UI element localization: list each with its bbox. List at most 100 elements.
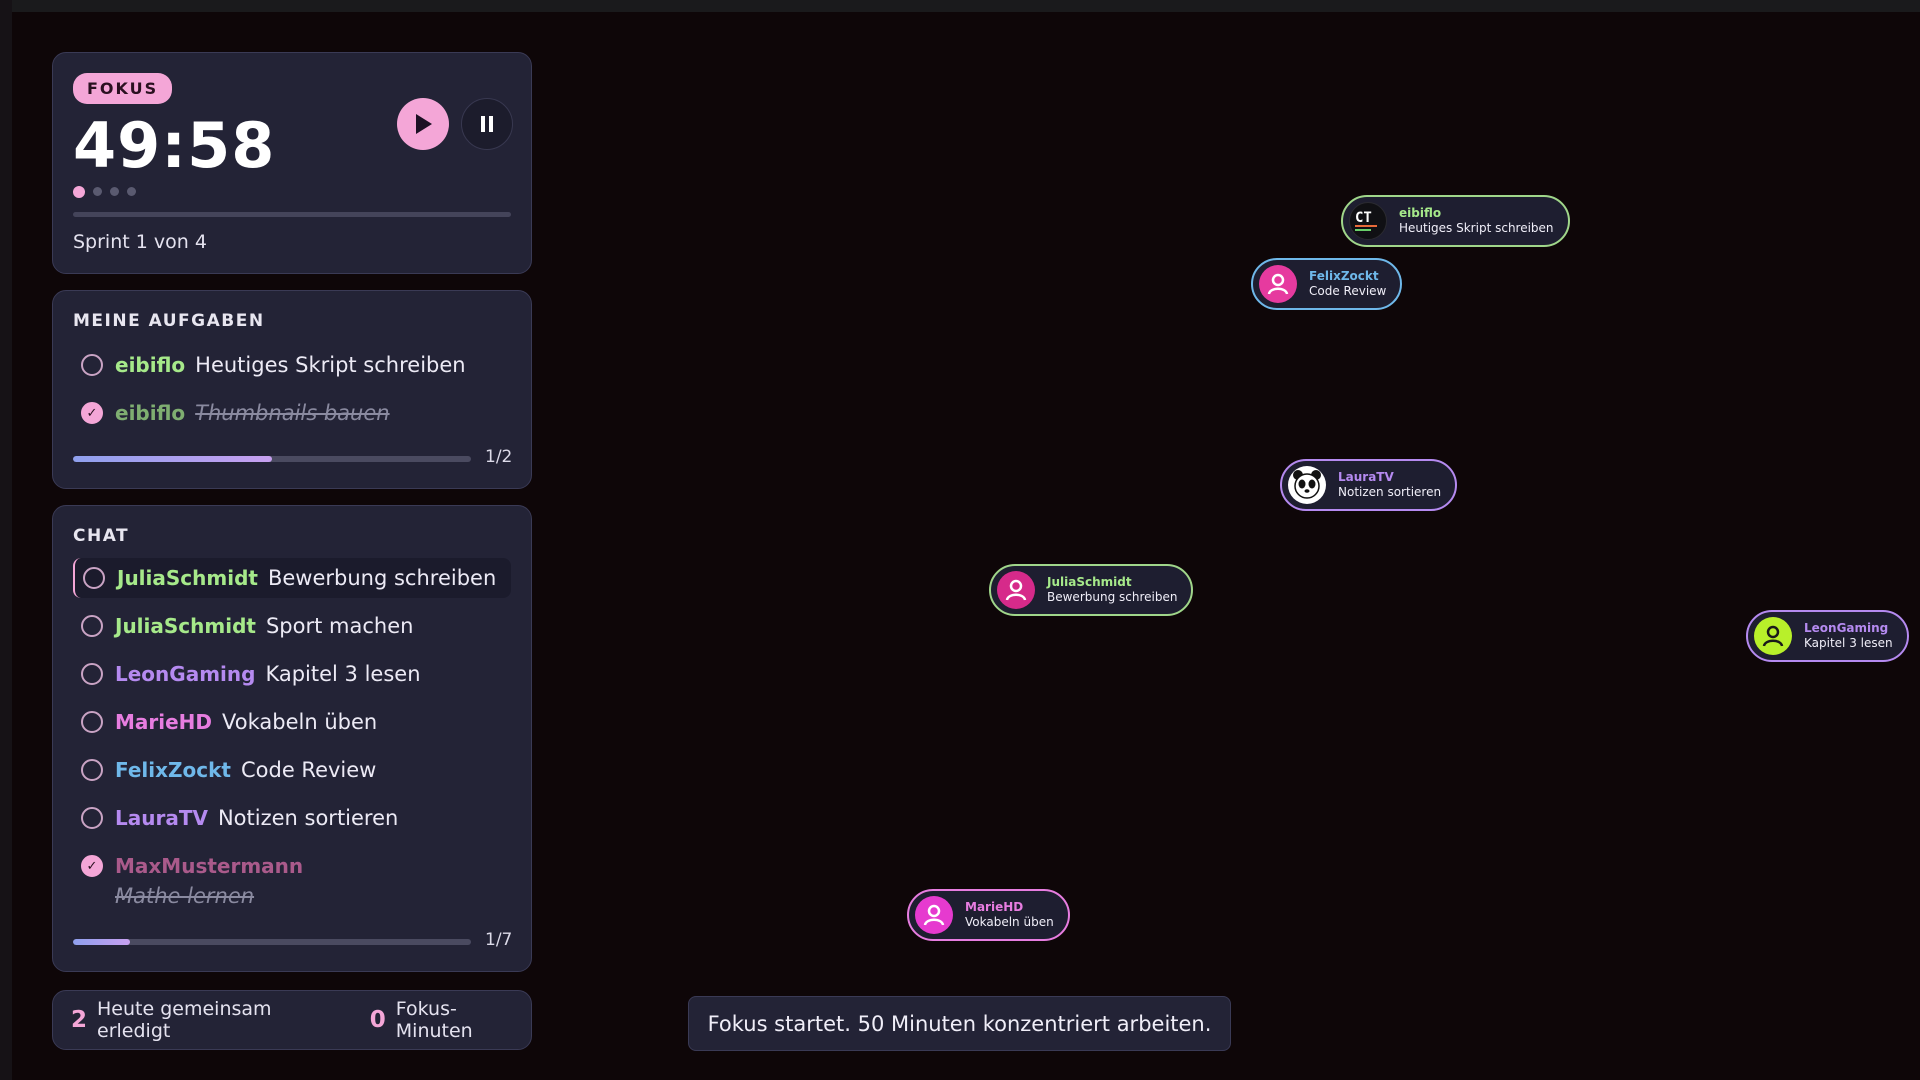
avatar [1259, 265, 1297, 303]
chat-panel: CHAT JuliaSchmidt Bewerbung schreiben Ju… [52, 505, 532, 972]
chat-text: Bewerbung schreiben [267, 566, 497, 590]
chat-user: MaxMustermann [115, 854, 304, 878]
task-item[interactable]: ✓ eibiflo Thumbnails bauen [73, 393, 390, 433]
pause-icon [481, 116, 493, 132]
chip-info: JuliaSchmidt Bewerbung schreiben [1047, 575, 1177, 605]
avatar-chip-mariehd[interactable]: MarieHD Vokabeln üben [907, 889, 1070, 941]
done-label: Heute gemeinsam erledigt [97, 998, 272, 1042]
avatar-chip-eibiflo[interactable]: CT eibiflo Heutiges Skript schreiben [1341, 195, 1570, 247]
play-icon [416, 114, 432, 134]
panda-icon [1293, 470, 1321, 499]
chat-item[interactable]: JuliaSchmidt Sport machen [73, 606, 413, 646]
chat-item[interactable]: MarieHD Vokabeln üben [73, 702, 377, 742]
chat-checkbox[interactable] [81, 663, 103, 685]
chat-item[interactable]: ✓ MaxMustermann [73, 846, 313, 886]
chat-progress-bar [73, 939, 471, 945]
chat-checkbox[interactable] [81, 711, 103, 733]
chip-name: JuliaSchmidt [1047, 575, 1132, 589]
chip-info: eibiflo Heutiges Skript schreiben [1399, 206, 1554, 236]
avatar-chip-felixzockt[interactable]: FelixZockt Code Review [1251, 258, 1403, 310]
task-item[interactable]: eibiflo Heutiges Skript schreiben [73, 345, 466, 385]
avatar-chip-leongaming[interactable]: LeonGaming Kapitel 3 lesen [1746, 610, 1909, 662]
chat-user: JuliaSchmidt [117, 566, 258, 590]
chip-task: Notizen sortieren [1338, 485, 1442, 499]
chat-checkbox[interactable] [81, 759, 103, 781]
done-count: 2 [71, 1007, 88, 1033]
task-user: eibiflo [115, 353, 186, 377]
chip-info: FelixZockt Code Review [1309, 269, 1386, 299]
sprint-dot [110, 187, 119, 196]
minutes-label: Fokus-Minuten [395, 998, 473, 1042]
pause-button[interactable] [461, 98, 513, 150]
sprint-dot [93, 187, 102, 196]
avatar [1288, 466, 1326, 504]
chip-info: LeonGaming Kapitel 3 lesen [1804, 621, 1893, 651]
user-icon [1267, 273, 1289, 295]
chat-count: 1/7 [485, 930, 513, 950]
my-tasks-panel: MEINE AUFGABEN eibiflo Heutiges Skript s… [52, 290, 532, 489]
chat-checkbox[interactable]: ✓ [81, 855, 103, 877]
chat-text: Code Review [241, 758, 377, 782]
tasks-count: 1/2 [485, 447, 513, 467]
tasks-title: MEINE AUFGABEN [73, 311, 265, 331]
chat-item[interactable]: JuliaSchmidt Bewerbung schreiben [73, 558, 511, 598]
tasks-progress-fill [73, 456, 272, 462]
avatar [915, 896, 953, 934]
chat-user: MarieHD [115, 710, 213, 734]
chat-item[interactable]: FelixZockt Code Review [73, 750, 376, 790]
avatar-chip-juliaschmidt[interactable]: JuliaSchmidt Bewerbung schreiben [989, 564, 1194, 616]
chat-progress-fill [73, 939, 130, 945]
stats-panel: 2 Heute gemeinsam erledigt 0 Fokus-Minut… [52, 990, 532, 1050]
user-icon [923, 904, 945, 926]
task-checkbox[interactable] [81, 354, 103, 376]
sprint-dot [127, 187, 136, 196]
sprint-label: Sprint 1 von 4 [73, 231, 207, 253]
chip-task: Kapitel 3 lesen [1804, 636, 1893, 650]
chat-user: LauraTV [115, 806, 208, 830]
chip-task: Bewerbung schreiben [1047, 590, 1178, 604]
chat-title: CHAT [73, 526, 130, 546]
avatar [1754, 617, 1792, 655]
minutes-count: 0 [369, 1007, 386, 1033]
avatar-chip-lauratv[interactable]: LauraTV Notizen sortieren [1280, 459, 1458, 511]
chip-info: MarieHD Vokabeln üben [965, 900, 1054, 930]
chip-name: FelixZockt [1309, 269, 1379, 283]
user-icon [1005, 579, 1027, 601]
chat-text: Kapitel 3 lesen [265, 662, 421, 686]
chip-name: LauraTV [1338, 470, 1394, 484]
timer-display: 49:58 [73, 109, 276, 182]
avatar: CT [1349, 202, 1387, 240]
chat-item[interactable]: LeonGaming Kapitel 3 lesen [73, 654, 421, 694]
chip-name: MarieHD [965, 900, 1024, 914]
chat-checkbox[interactable] [83, 567, 105, 589]
timer-panel: FOKUS 49:58 Sprint 1 von 4 [52, 52, 532, 274]
chip-name: eibiflo [1399, 206, 1442, 220]
chat-text: Sport machen [265, 614, 414, 638]
chat-user: JuliaSchmidt [115, 614, 256, 638]
task-user: eibiflo [115, 401, 186, 425]
task-text: Thumbnails bauen [195, 401, 390, 425]
window-top-border [0, 0, 1920, 12]
chat-text: Notizen sortieren [217, 806, 399, 830]
chat-text: Mathe lernen [115, 884, 255, 908]
timer-progress-bar [73, 212, 511, 217]
mode-badge: FOKUS [73, 73, 173, 104]
window-left-border [0, 0, 12, 1080]
task-checkbox[interactable]: ✓ [81, 402, 103, 424]
chat-checkbox[interactable] [81, 615, 103, 637]
sprint-dot [73, 186, 85, 198]
status-toast: Fokus startet. 50 Minuten konzentriert a… [688, 996, 1231, 1051]
chat-checkbox[interactable] [81, 807, 103, 829]
ct-logo-icon: CT [1355, 210, 1377, 231]
chat-user: LeonGaming [115, 662, 256, 686]
task-text: Heutiges Skript schreiben [195, 353, 466, 377]
chat-item[interactable]: LauraTV Notizen sortieren [73, 798, 398, 838]
user-icon [1762, 625, 1784, 647]
svg-text:CT: CT [1355, 210, 1372, 226]
play-button[interactable] [397, 98, 449, 150]
chip-name: LeonGaming [1804, 621, 1889, 635]
chip-task: Code Review [1309, 284, 1387, 298]
avatar [997, 571, 1035, 609]
tasks-progress-bar [73, 456, 471, 462]
chip-task: Vokabeln üben [965, 915, 1054, 929]
